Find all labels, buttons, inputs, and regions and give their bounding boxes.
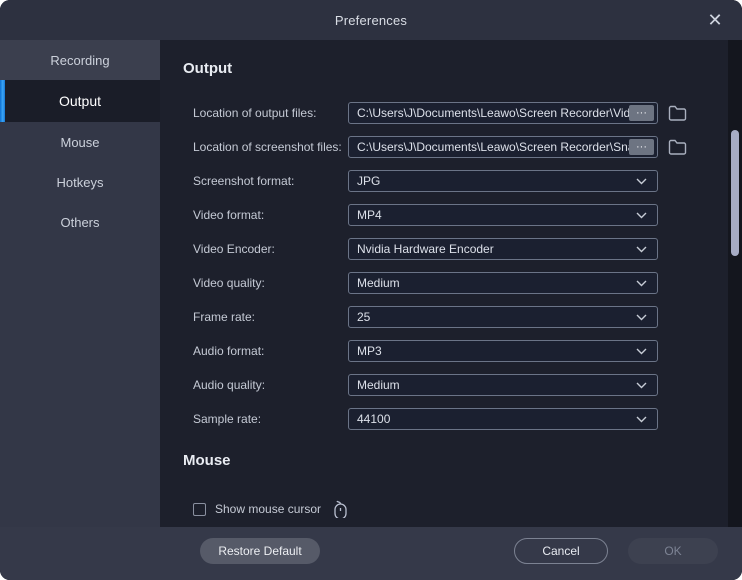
restore-default-button[interactable]: Restore Default bbox=[200, 538, 320, 564]
mouse-section-heading: Mouse bbox=[183, 452, 742, 470]
titlebar: Preferences ✕ bbox=[0, 0, 742, 40]
sidebar-item-hotkeys[interactable]: Hotkeys bbox=[0, 162, 160, 202]
close-icon[interactable]: ✕ bbox=[702, 7, 728, 33]
chevron-down-icon bbox=[636, 212, 647, 219]
sidebar-item-label: Output bbox=[59, 93, 101, 109]
video-format-select[interactable]: MP4 bbox=[348, 204, 658, 226]
field-label: Sample rate: bbox=[193, 412, 348, 426]
field-label: Audio format: bbox=[193, 344, 348, 358]
field-label: Frame rate: bbox=[193, 310, 348, 324]
screenshot-location-input[interactable]: C:\Users\J\Documents\Leawo\Screen Record… bbox=[348, 136, 658, 158]
chevron-down-icon bbox=[636, 280, 647, 287]
screenshot-location-row: Location of screenshot files: C:\Users\J… bbox=[193, 136, 742, 158]
mouse-icon bbox=[333, 500, 348, 518]
frame-rate-row: Frame rate: 25 bbox=[193, 306, 742, 328]
video-encoder-select[interactable]: Nvidia Hardware Encoder bbox=[348, 238, 658, 260]
ok-button[interactable]: OK bbox=[628, 538, 718, 564]
select-value: JPG bbox=[357, 174, 380, 188]
screenshot-format-row: Screenshot format: JPG bbox=[193, 170, 742, 192]
field-label: Video quality: bbox=[193, 276, 348, 290]
sidebar-item-label: Recording bbox=[50, 53, 109, 68]
sidebar: Recording Output Mouse Hotkeys Others bbox=[0, 40, 160, 527]
cancel-button[interactable]: Cancel bbox=[514, 538, 608, 564]
footer-bar: Restore Default Cancel OK bbox=[0, 527, 742, 580]
sample-rate-row: Sample rate: 44100 bbox=[193, 408, 742, 430]
video-format-row: Video format: MP4 bbox=[193, 204, 742, 226]
open-folder-icon[interactable] bbox=[668, 139, 688, 155]
audio-quality-select[interactable]: Medium bbox=[348, 374, 658, 396]
video-quality-select[interactable]: Medium bbox=[348, 272, 658, 294]
show-mouse-cursor-label: Show mouse cursor bbox=[215, 502, 321, 516]
sidebar-item-others[interactable]: Others bbox=[0, 202, 160, 242]
chevron-down-icon bbox=[636, 348, 647, 355]
chevron-down-icon bbox=[636, 416, 647, 423]
browse-button[interactable]: ··· bbox=[629, 139, 654, 155]
output-section-heading: Output bbox=[183, 60, 742, 78]
video-quality-row: Video quality: Medium bbox=[193, 272, 742, 294]
settings-panel: Output Location of output files: C:\User… bbox=[160, 40, 742, 527]
active-indicator bbox=[0, 80, 5, 122]
sidebar-item-output[interactable]: Output bbox=[0, 80, 160, 122]
field-label: Screenshot format: bbox=[193, 174, 348, 188]
field-label: Audio quality: bbox=[193, 378, 348, 392]
select-value: 25 bbox=[357, 310, 370, 324]
frame-rate-select[interactable]: 25 bbox=[348, 306, 658, 328]
select-value: Medium bbox=[357, 378, 400, 392]
dialog-title: Preferences bbox=[335, 13, 407, 28]
chevron-down-icon bbox=[636, 314, 647, 321]
open-folder-icon[interactable] bbox=[668, 105, 688, 121]
audio-quality-row: Audio quality: Medium bbox=[193, 374, 742, 396]
chevron-down-icon bbox=[636, 178, 647, 185]
select-value: MP3 bbox=[357, 344, 382, 358]
field-label: Video Encoder: bbox=[193, 242, 348, 256]
show-mouse-cursor-checkbox[interactable] bbox=[193, 503, 206, 516]
field-label: Location of screenshot files: bbox=[193, 140, 348, 154]
path-value: C:\Users\J\Documents\Leawo\Screen Record… bbox=[357, 140, 629, 154]
sidebar-item-recording[interactable]: Recording bbox=[0, 40, 160, 80]
video-encoder-row: Video Encoder: Nvidia Hardware Encoder bbox=[193, 238, 742, 260]
select-value: Medium bbox=[357, 276, 400, 290]
sidebar-item-label: Hotkeys bbox=[57, 175, 104, 190]
chevron-down-icon bbox=[636, 246, 647, 253]
preferences-dialog: Preferences ✕ Recording Output Mouse Hot… bbox=[0, 0, 742, 580]
scrollbar-track[interactable] bbox=[728, 40, 742, 527]
audio-format-row: Audio format: MP3 bbox=[193, 340, 742, 362]
field-label: Location of output files: bbox=[193, 106, 348, 120]
path-value: C:\Users\J\Documents\Leawo\Screen Record… bbox=[357, 106, 629, 120]
field-label: Video format: bbox=[193, 208, 348, 222]
output-location-input[interactable]: C:\Users\J\Documents\Leawo\Screen Record… bbox=[348, 102, 658, 124]
scrollbar-thumb[interactable] bbox=[731, 130, 739, 256]
chevron-down-icon bbox=[636, 382, 647, 389]
show-mouse-cursor-row: Show mouse cursor bbox=[193, 498, 742, 520]
sidebar-item-label: Mouse bbox=[60, 135, 99, 150]
sidebar-item-mouse[interactable]: Mouse bbox=[0, 122, 160, 162]
sample-rate-select[interactable]: 44100 bbox=[348, 408, 658, 430]
sidebar-item-label: Others bbox=[60, 215, 99, 230]
select-value: Nvidia Hardware Encoder bbox=[357, 242, 494, 256]
output-location-row: Location of output files: C:\Users\J\Doc… bbox=[193, 102, 742, 124]
audio-format-select[interactable]: MP3 bbox=[348, 340, 658, 362]
select-value: 44100 bbox=[357, 412, 390, 426]
screenshot-format-select[interactable]: JPG bbox=[348, 170, 658, 192]
select-value: MP4 bbox=[357, 208, 382, 222]
browse-button[interactable]: ··· bbox=[629, 105, 654, 121]
